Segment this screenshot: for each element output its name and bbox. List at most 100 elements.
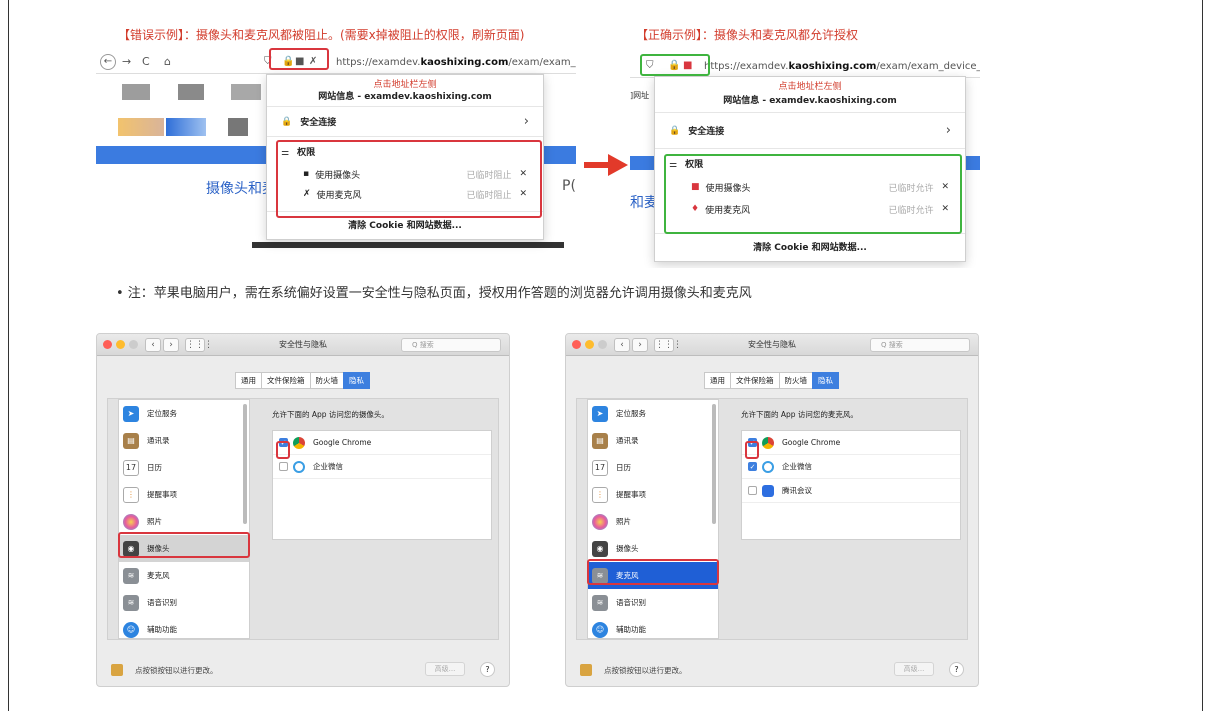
- reminders-icon: ⋮: [592, 486, 608, 503]
- app-checkbox[interactable]: [748, 486, 757, 495]
- blurred-block: [231, 84, 261, 100]
- mac-window-microphone: ‹ › ⋮⋮⋮ 安全性与隐私 Q 搜索 通用 文件保险箱 防火墙 隐私 ➤ 定位服务 ▤…: [565, 333, 979, 687]
- reload-icon[interactable]: C: [142, 55, 150, 68]
- side-label: ]网址: [630, 91, 650, 100]
- sidebar-item-photos[interactable]: 照片: [119, 508, 249, 535]
- sidebar-item-calendar[interactable]: 17 日历: [588, 454, 718, 481]
- sidebar-item-location[interactable]: ➤ 定位服务: [119, 400, 249, 427]
- secure-connection[interactable]: 🔒 安全连接 ›: [655, 113, 965, 149]
- lock-icon: 🔒: [281, 116, 293, 127]
- speech-icon: ≋: [123, 594, 139, 611]
- sidebar-item-contacts[interactable]: ▤ 通讯录: [119, 427, 249, 454]
- app-checkbox[interactable]: ✓: [748, 462, 757, 471]
- padlock-icon[interactable]: [580, 664, 592, 676]
- help-button[interactable]: ?: [480, 662, 495, 677]
- tab-filevault[interactable]: 文件保险箱: [261, 372, 311, 389]
- scrollbar[interactable]: [712, 404, 716, 524]
- privacy-panel: ➤ 定位服务 ▤ 通讯录 17 日历 ⋮ 提醒事项 照片 ◉ 摄像头 ≋ 麦克风 ≋ 语音识别…: [107, 398, 499, 640]
- tencent-meeting-icon: [762, 484, 774, 497]
- highlight-box: [664, 154, 962, 234]
- sidebar-item-microphone[interactable]: ≋ 麦克风: [119, 562, 249, 589]
- help-button[interactable]: ?: [949, 662, 964, 677]
- home-icon[interactable]: ⌂: [164, 55, 171, 68]
- tab-filevault[interactable]: 文件保险箱: [730, 372, 780, 389]
- padlock-icon[interactable]: [111, 664, 123, 676]
- app-row-chrome[interactable]: ✓ Google Chrome: [742, 431, 960, 455]
- tab-firewall[interactable]: 防火墙: [778, 372, 813, 389]
- right-caption: 【正确示例】：摄像头和麦克风都允许授权: [636, 28, 859, 42]
- app-access-label: 允许下面的 App 访问您的麦克风。: [741, 410, 858, 419]
- sidebar-item-accessibility[interactable]: ☺ 辅助功能: [119, 616, 249, 643]
- privacy-sidebar: ➤ 定位服务 ▤ 通讯录 17 日历 ⋮ 提醒事项 照片 ◉ 摄像头 ≋ 麦克风 ≋ 语音识别…: [118, 399, 250, 639]
- wecom-icon: [762, 460, 774, 473]
- window-titlebar: ‹ › ⋮⋮⋮ 安全性与隐私 Q 搜索: [566, 334, 978, 356]
- calendar-icon: 17: [123, 459, 139, 476]
- sidebar-item-speech[interactable]: ≋ 语音识别: [119, 589, 249, 616]
- app-row-chrome[interactable]: ✓ Google Chrome: [273, 431, 491, 455]
- sidebar-item-calendar[interactable]: 17 日历: [119, 454, 249, 481]
- advanced-button[interactable]: 高级...: [425, 662, 465, 676]
- reminders-icon: ⋮: [123, 486, 139, 503]
- app-access-area: 允许下面的 App 访问您的麦克风。 ✓ Google Chrome ✓ 企业微信 …: [741, 409, 961, 540]
- lock-footer[interactable]: 点按锁按钮以进行更改。: [111, 664, 218, 676]
- tab-general[interactable]: 通用: [704, 372, 731, 389]
- app-list: ✓ Google Chrome ✓ 企业微信 腾讯会议: [741, 430, 961, 540]
- wrong-screenshot: ← → C ⌂ ⛉ 🔒 ■ ✗ https://examdev.kaoshixi…: [96, 46, 576, 258]
- arrow-shaft: [584, 162, 610, 168]
- tab-privacy[interactable]: 隐私: [343, 372, 370, 389]
- tab-privacy[interactable]: 隐私: [812, 372, 839, 389]
- mac-note: • 注：苹果电脑用户，需在系统偏好设置一安全性与隐私页面，授权用作答题的浏览器允…: [116, 286, 752, 301]
- arrow-head: [608, 154, 628, 176]
- secure-connection[interactable]: 🔒 安全连接 ›: [267, 107, 543, 137]
- hint-text: 点击地址栏左侧: [778, 82, 842, 92]
- highlight-box: [587, 559, 719, 585]
- arrow-right-icon: [584, 154, 628, 176]
- advanced-button[interactable]: 高级...: [894, 662, 934, 676]
- sidebar-item-photos[interactable]: 照片: [588, 508, 718, 535]
- search-input[interactable]: Q 搜索: [870, 338, 970, 352]
- window-titlebar: ‹ › ⋮⋮⋮ 安全性与隐私 Q 搜索: [97, 334, 509, 356]
- search-input[interactable]: Q 搜索: [401, 338, 501, 352]
- url-text[interactable]: https://examdev.kaoshixing.com/exam/exam…: [336, 57, 576, 68]
- back-icon[interactable]: ←: [100, 54, 116, 70]
- blurred-block: [228, 118, 248, 136]
- lock-footer[interactable]: 点按锁按钮以进行更改。: [580, 664, 687, 676]
- app-list: ✓ Google Chrome 企业微信: [272, 430, 492, 540]
- camera-icon: ◉: [592, 540, 608, 557]
- app-checkbox[interactable]: [279, 462, 288, 471]
- tab-general[interactable]: 通用: [235, 372, 262, 389]
- sidebar-item-location[interactable]: ➤ 定位服务: [588, 400, 718, 427]
- highlight-box: [276, 441, 290, 459]
- clear-cookies-link[interactable]: 清除 Cookie 和网站数据...: [655, 233, 965, 261]
- sidebar-item-accessibility[interactable]: ☺ 辅助功能: [588, 616, 718, 643]
- url-text[interactable]: https://examdev.kaoshixing.com/exam/exam…: [704, 61, 980, 72]
- microphone-icon: ≋: [123, 567, 139, 584]
- sidebar-item-speech[interactable]: ≋ 语音识别: [588, 589, 718, 616]
- blurred-block: [122, 84, 150, 100]
- tab-bar: 通用 文件保险箱 防火墙 隐私: [97, 372, 509, 389]
- app-row-wecom[interactable]: ✓ 企业微信: [742, 455, 960, 479]
- calendar-icon: 17: [592, 459, 608, 476]
- sidebar-item-reminders[interactable]: ⋮ 提醒事项: [119, 481, 249, 508]
- speech-icon: ≋: [592, 594, 608, 611]
- highlight-box: [269, 48, 329, 70]
- highlight-box: [745, 441, 759, 459]
- forward-icon[interactable]: →: [122, 55, 131, 68]
- secure-label: 安全连接: [300, 118, 337, 128]
- app-access-area: 允许下面的 App 访问您的摄像头。 ✓ Google Chrome 企业微信: [272, 409, 492, 540]
- blurred-block: [178, 84, 204, 100]
- tab-firewall[interactable]: 防火墙: [309, 372, 344, 389]
- sidebar-item-contacts[interactable]: ▤ 通讯录: [588, 427, 718, 454]
- chevron-right-icon: ›: [523, 114, 529, 129]
- sidebar-item-reminders[interactable]: ⋮ 提醒事项: [588, 481, 718, 508]
- secure-label: 安全连接: [688, 127, 725, 137]
- app-row-wecom[interactable]: 企业微信: [273, 455, 491, 479]
- scrollbar[interactable]: [243, 404, 247, 524]
- wecom-icon: [293, 460, 305, 473]
- sidebar-item-camera[interactable]: ◉ 摄像头: [588, 535, 718, 562]
- page-bottom-bar: [252, 242, 564, 248]
- app-row-tencent-meeting[interactable]: 腾讯会议: [742, 479, 960, 503]
- photos-icon: [123, 513, 139, 530]
- popup-title: 网站信息 - examdev.kaoshixing.com: [267, 89, 543, 107]
- tab-bar: 通用 文件保险箱 防火墙 隐私: [566, 372, 978, 389]
